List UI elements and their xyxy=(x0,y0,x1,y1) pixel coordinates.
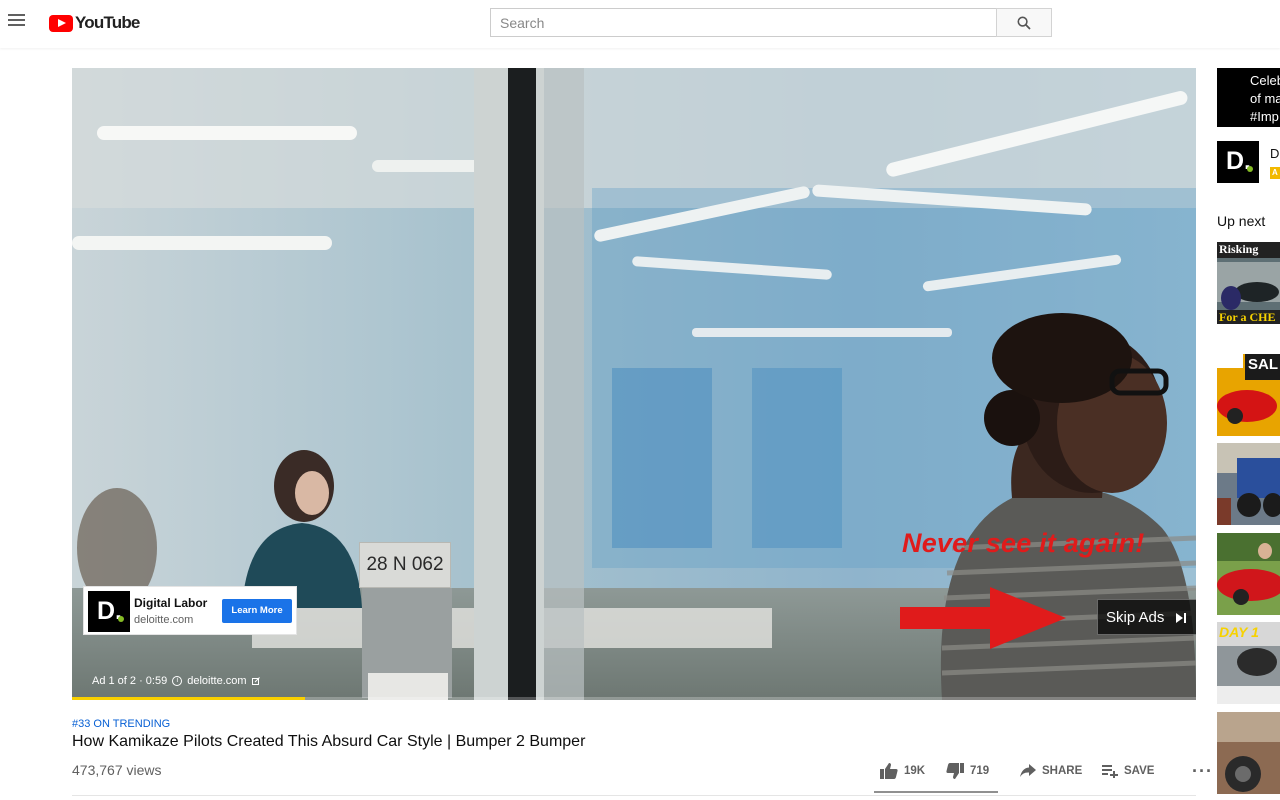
skip-next-icon xyxy=(1176,613,1186,623)
search-icon xyxy=(1017,16,1031,30)
ad-progress-fill xyxy=(72,697,305,700)
youtube-play-icon xyxy=(49,14,73,32)
ad-info-bar: Ad 1 of 2 · 0:59 i deloitte.com xyxy=(92,675,260,687)
thumbs-up-icon xyxy=(880,763,898,779)
external-link-icon xyxy=(251,677,260,685)
more-actions-icon[interactable]: ··· xyxy=(1192,762,1212,780)
like-button[interactable]: 19K xyxy=(880,763,946,779)
room-sign: 28 N 062 xyxy=(359,542,451,588)
thumbnail-image xyxy=(1217,712,1280,794)
overlay-annotation-text: Never see it again! xyxy=(902,528,1145,558)
up-next-thumbnail[interactable] xyxy=(1217,533,1280,615)
up-next-thumbnail[interactable] xyxy=(1217,443,1280,525)
logo-text: YouTube xyxy=(75,13,140,32)
search-box[interactable] xyxy=(490,8,996,37)
thumbnail-image xyxy=(1217,443,1280,525)
search-button[interactable] xyxy=(996,8,1052,37)
masthead: YouTube xyxy=(0,0,1280,48)
red-arrow-icon xyxy=(900,587,1066,649)
divider xyxy=(72,795,1196,796)
view-count: 473,767 views xyxy=(72,762,162,778)
deloitte-logo-icon: D. xyxy=(88,591,130,632)
ad-advertiser-link[interactable]: deloitte.com xyxy=(187,675,246,687)
up-next-thumbnail[interactable]: DAY 1 xyxy=(1217,622,1280,704)
up-next-thumbnail[interactable]: Risking For a CHE xyxy=(1217,242,1280,324)
save-button[interactable]: SAVE xyxy=(1102,764,1178,778)
up-next-heading: Up next xyxy=(1217,213,1266,229)
thumbnail-caption: Risking xyxy=(1219,242,1259,256)
ad-url: deloitte.com xyxy=(134,614,194,626)
ad-title: Digital Labor xyxy=(134,596,208,610)
learn-more-button[interactable]: Learn More xyxy=(222,599,292,623)
companion-ad-media[interactable]: Celeb of ma #Imp xyxy=(1217,68,1280,127)
up-next-thumbnail[interactable]: SAL xyxy=(1217,354,1280,436)
companion-ad-text: Celeb of ma #Imp xyxy=(1250,73,1280,124)
video-player[interactable]: 28 N 062 D. Digital Labor deloitte.com L… xyxy=(72,68,1196,700)
up-next-thumbnail[interactable] xyxy=(1217,712,1280,794)
ad-counter: Ad 1 of 2 · 0:59 xyxy=(92,675,168,687)
skip-ads-button[interactable]: Skip Ads xyxy=(1097,599,1196,635)
video-title: How Kamikaze Pilots Created This Absurd … xyxy=(72,733,586,750)
search-input[interactable] xyxy=(491,9,996,36)
ad-badge: A xyxy=(1270,167,1280,179)
trending-badge[interactable]: #33 ON TRENDING xyxy=(72,718,170,730)
thumbnail-caption: DAY 1 xyxy=(1219,624,1259,640)
video-actions: 19K 719 SHARE SAVE ··· xyxy=(880,762,1212,780)
dislike-button[interactable]: 719 xyxy=(946,763,1012,779)
youtube-logo[interactable]: YouTube xyxy=(49,13,140,33)
companion-ad-logo-icon[interactable]: D. xyxy=(1217,141,1259,183)
thumbnail-caption: For a CHE xyxy=(1219,310,1276,324)
thumbnail-caption: SAL xyxy=(1248,356,1278,373)
thumbs-down-icon xyxy=(946,763,964,779)
share-button[interactable]: SHARE xyxy=(1020,764,1098,778)
share-arrow-icon xyxy=(1020,764,1036,777)
ad-info-icon[interactable]: i xyxy=(172,676,183,686)
ad-overlay-card[interactable]: D. Digital Labor deloitte.com Learn More xyxy=(83,586,297,635)
playlist-add-icon xyxy=(1102,765,1118,778)
companion-ad-name[interactable]: D xyxy=(1270,146,1279,161)
thumbnail-image xyxy=(1217,533,1280,615)
sentiment-bar xyxy=(874,791,998,793)
hamburger-menu-icon[interactable] xyxy=(8,12,28,32)
